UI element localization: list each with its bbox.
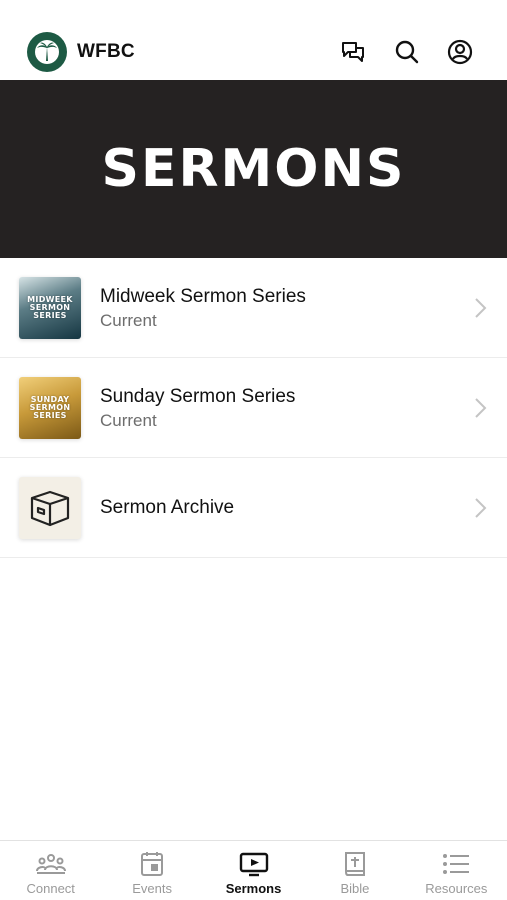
chat-icon[interactable] bbox=[339, 38, 367, 66]
app-header: WFBC bbox=[0, 0, 507, 80]
chevron-right-icon bbox=[475, 298, 487, 318]
midweek-thumbnail: MIDWEEK SERMON SERIES bbox=[19, 277, 81, 339]
list-item-title: Midweek Sermon Series bbox=[100, 286, 306, 307]
brand-name: WFBC bbox=[77, 41, 135, 62]
sunday-thumbnail-text: SUNDAY SERMON SERIES bbox=[29, 395, 71, 420]
list-item-archive[interactable]: Sermon Archive bbox=[0, 458, 507, 558]
sunday-thumbnail: SUNDAY SERMON SERIES bbox=[19, 377, 81, 439]
bible-icon bbox=[344, 852, 365, 876]
calendar-icon bbox=[141, 852, 164, 876]
list-item-subtitle: Current bbox=[100, 411, 157, 430]
list-item-sunday[interactable]: SUNDAY SERMON SERIES Sunday Sermon Serie… bbox=[0, 358, 507, 458]
tab-label: Sermons bbox=[225, 881, 282, 896]
tab-label: Connect bbox=[26, 881, 75, 896]
people-icon bbox=[35, 854, 66, 874]
tab-resources[interactable]: Resources bbox=[406, 841, 507, 900]
tab-label: Events bbox=[132, 881, 172, 896]
banner-title: SERMONS bbox=[101, 139, 406, 199]
list-item-midweek[interactable]: MIDWEEK SERMON SERIES Midweek Sermon Ser… bbox=[0, 258, 507, 358]
tab-label: Bible bbox=[340, 881, 370, 896]
palm-tree-icon bbox=[35, 40, 59, 64]
church-logo[interactable] bbox=[27, 32, 67, 72]
midweek-thumbnail-text: MIDWEEK SERMON SERIES bbox=[27, 295, 73, 320]
list-item-subtitle: Current bbox=[100, 311, 157, 330]
sermons-banner: SERMONS bbox=[0, 80, 507, 258]
list-item-title: Sermon Archive bbox=[100, 497, 235, 518]
tab-label: Resources bbox=[425, 881, 488, 896]
list-item-title: Sunday Sermon Series bbox=[100, 386, 296, 407]
list-icon bbox=[443, 854, 470, 874]
search-icon[interactable] bbox=[393, 38, 421, 66]
tv-play-icon bbox=[239, 852, 268, 877]
tab-connect[interactable]: Connect bbox=[0, 841, 101, 900]
archive-box-icon bbox=[30, 490, 70, 527]
tab-sermons[interactable]: Sermons bbox=[203, 841, 304, 900]
bottom-tab-bar: Connect Events Sermons Bible Resources bbox=[0, 840, 507, 900]
tab-bible[interactable]: Bible bbox=[304, 841, 405, 900]
tab-events[interactable]: Events bbox=[101, 841, 202, 900]
chevron-right-icon bbox=[475, 398, 487, 418]
sermon-list: MIDWEEK SERMON SERIES Midweek Sermon Ser… bbox=[0, 258, 507, 558]
account-icon[interactable] bbox=[446, 38, 474, 66]
archive-thumbnail bbox=[19, 477, 81, 539]
chevron-right-icon bbox=[475, 498, 487, 518]
